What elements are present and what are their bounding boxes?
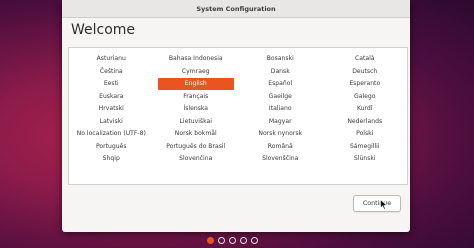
page-dot[interactable] bbox=[240, 237, 247, 244]
language-option[interactable]: Íslenska bbox=[154, 103, 239, 115]
configuration-window: System Configuration Welcome Asturianu B… bbox=[62, 0, 410, 232]
language-option[interactable]: Lietuviškai bbox=[154, 116, 239, 128]
language-option[interactable]: Français bbox=[154, 91, 239, 103]
language-list: Asturianu Bahasa Indonesia Bosanski Cata… bbox=[68, 47, 408, 185]
language-option[interactable]: Slovenščina bbox=[238, 153, 323, 165]
language-option[interactable]: Galego bbox=[323, 91, 408, 103]
language-option[interactable]: Italiano bbox=[238, 103, 323, 115]
language-option[interactable]: Čeština bbox=[69, 66, 154, 78]
language-option[interactable]: Dansk bbox=[238, 66, 323, 78]
page-indicator bbox=[207, 237, 258, 244]
language-option[interactable]: Cymraeg bbox=[154, 66, 239, 78]
page-dot[interactable] bbox=[207, 237, 214, 244]
language-option-selected[interactable]: English bbox=[157, 78, 234, 91]
window-titlebar[interactable]: System Configuration bbox=[62, 0, 410, 18]
language-option[interactable]: Nederlands bbox=[323, 116, 408, 128]
language-option[interactable]: Norsk nynorsk bbox=[238, 128, 323, 140]
language-option[interactable]: Bosanski bbox=[238, 53, 323, 65]
language-grid: Asturianu Bahasa Indonesia Bosanski Cata… bbox=[69, 53, 407, 166]
window-title: System Configuration bbox=[196, 4, 276, 13]
language-option[interactable]: Norsk bokmål bbox=[154, 128, 239, 140]
language-option[interactable]: No localization (UTF-8) bbox=[69, 128, 154, 140]
language-option[interactable]: Slovenčina bbox=[154, 153, 239, 165]
language-option[interactable]: Bahasa Indonesia bbox=[154, 53, 239, 65]
language-option[interactable]: Català bbox=[323, 53, 408, 65]
language-option[interactable]: Esperanto bbox=[323, 78, 408, 90]
language-option[interactable]: Gaeilge bbox=[238, 91, 323, 103]
language-option[interactable]: Español bbox=[238, 78, 323, 90]
page-dot[interactable] bbox=[251, 237, 258, 244]
language-option[interactable]: Português bbox=[69, 141, 154, 153]
language-option[interactable]: Euskara bbox=[69, 91, 154, 103]
language-option[interactable]: Kurdî bbox=[323, 103, 408, 115]
page-dot[interactable] bbox=[229, 237, 236, 244]
page-dot[interactable] bbox=[218, 237, 225, 244]
language-option[interactable]: Polski bbox=[323, 128, 408, 140]
language-option[interactable]: Português do Brasil bbox=[154, 141, 239, 153]
language-option[interactable]: Deutsch bbox=[323, 66, 408, 78]
language-option[interactable]: Slünski bbox=[323, 153, 408, 165]
language-option[interactable]: Sámegillii bbox=[323, 141, 408, 153]
page-title: Welcome bbox=[71, 22, 136, 38]
language-option[interactable]: Shqip bbox=[69, 153, 154, 165]
language-option[interactable]: Hrvatski bbox=[69, 103, 154, 115]
language-option[interactable]: Latviski bbox=[69, 116, 154, 128]
language-option[interactable]: Magyar bbox=[238, 116, 323, 128]
language-option[interactable]: Asturianu bbox=[69, 53, 154, 65]
mouse-pointer-icon bbox=[380, 199, 388, 210]
continue-button[interactable]: Continue bbox=[353, 195, 401, 212]
language-option[interactable]: Eesti bbox=[69, 78, 154, 90]
language-option[interactable]: Română bbox=[238, 141, 323, 153]
